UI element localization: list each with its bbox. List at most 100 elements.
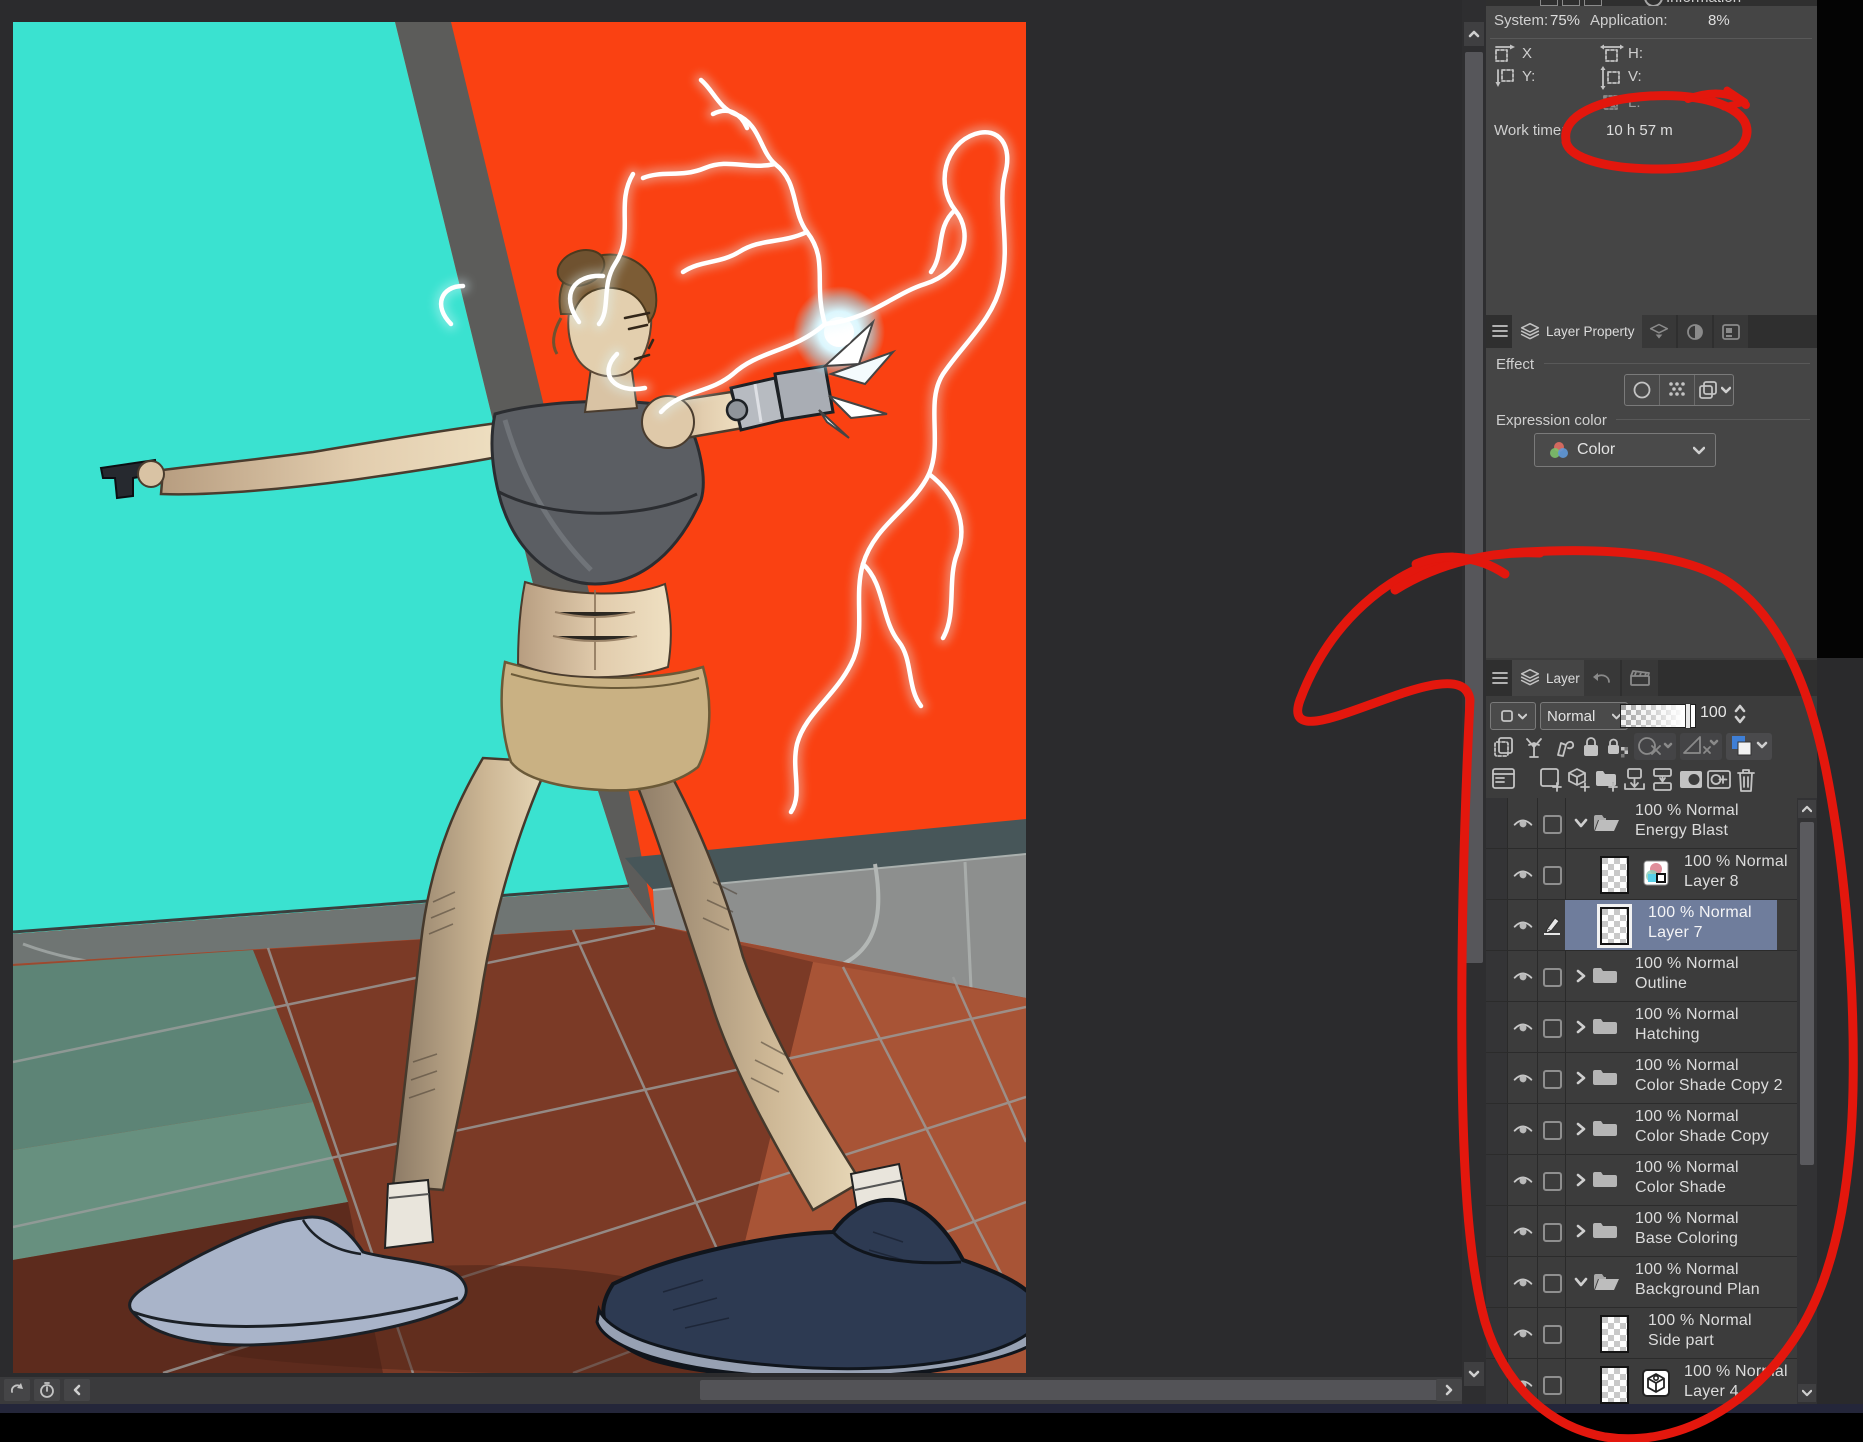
effect-tone-button[interactable] bbox=[1659, 375, 1694, 405]
layer-checkbox[interactable] bbox=[1543, 1376, 1562, 1395]
layer-checkbox[interactable] bbox=[1543, 815, 1562, 834]
eye-icon[interactable] bbox=[1513, 1071, 1533, 1085]
blend-mode-dropdown[interactable]: Normal bbox=[1540, 702, 1628, 730]
scroll-up-button[interactable] bbox=[1464, 22, 1484, 46]
eye-icon[interactable] bbox=[1513, 816, 1533, 830]
chevron-right-icon[interactable] bbox=[1574, 1020, 1588, 1034]
chevron-right-icon[interactable] bbox=[1574, 1224, 1588, 1238]
layer-row[interactable]: 100 % NormalLayer 4 bbox=[1486, 1359, 1797, 1404]
lock-layer-icon[interactable] bbox=[1580, 735, 1602, 759]
layer-checkbox[interactable] bbox=[1543, 1121, 1562, 1140]
layer-row[interactable]: 100 % NormalLayer 7 bbox=[1486, 900, 1797, 951]
opacity-slider[interactable] bbox=[1620, 704, 1696, 728]
opacity-slider-thumb[interactable] bbox=[1685, 703, 1691, 729]
information-tab-label[interactable]: Information bbox=[1666, 0, 1741, 6]
eye-icon[interactable] bbox=[1513, 918, 1533, 932]
layer-row[interactable]: 100 % NormalOutline bbox=[1486, 951, 1797, 1002]
expression-color-dropdown[interactable]: Color bbox=[1534, 433, 1716, 467]
eye-icon[interactable] bbox=[1513, 867, 1533, 881]
scroll-down-button[interactable] bbox=[1464, 1362, 1484, 1386]
layer-color-button[interactable] bbox=[1726, 733, 1772, 760]
eye-icon[interactable] bbox=[1513, 1275, 1533, 1289]
layer-thumbnail[interactable] bbox=[1600, 1366, 1629, 1404]
layer-checkbox[interactable] bbox=[1543, 1325, 1562, 1344]
horizontal-scroll-thumb[interactable] bbox=[700, 1380, 1442, 1400]
apply-mask-icon[interactable] bbox=[1706, 767, 1732, 793]
tab-edit-history[interactable] bbox=[1584, 660, 1620, 696]
layer-row[interactable]: 100 % NormalBase Coloring bbox=[1486, 1206, 1797, 1257]
effect-extract-line-button[interactable] bbox=[1694, 375, 1733, 405]
layer-row[interactable]: 100 % NormalBackground Plan bbox=[1486, 1257, 1797, 1308]
eye-icon[interactable] bbox=[1513, 1122, 1533, 1136]
eye-icon[interactable] bbox=[1513, 1224, 1533, 1238]
information-tab-row[interactable]: Information bbox=[1486, 0, 1817, 6]
eye-icon[interactable] bbox=[1513, 969, 1533, 983]
transfer-to-lower-layer-icon[interactable] bbox=[1622, 767, 1648, 793]
new-raster-layer-icon[interactable] bbox=[1538, 767, 1564, 793]
ruler-visibility-button[interactable] bbox=[1680, 733, 1722, 760]
scroll-left-button[interactable] bbox=[64, 1379, 90, 1401]
reference-layer-icon[interactable] bbox=[1522, 735, 1546, 759]
create-layer-mask-icon[interactable] bbox=[1678, 767, 1704, 793]
draft-layer-icon[interactable] bbox=[1552, 735, 1576, 759]
new-layer-folder-icon[interactable] bbox=[1594, 767, 1620, 793]
layer-thumbnail[interactable] bbox=[1600, 907, 1629, 945]
chevron-down-icon[interactable] bbox=[1574, 816, 1588, 830]
tab-timeline[interactable] bbox=[1622, 660, 1658, 696]
layer-checkbox[interactable] bbox=[1543, 968, 1562, 987]
eye-icon[interactable] bbox=[1513, 1173, 1533, 1187]
canvas-workspace[interactable] bbox=[0, 0, 1462, 1404]
layer-checkbox[interactable] bbox=[1543, 1223, 1562, 1242]
layer-row[interactable]: 100 % NormalColor Shade Copy 2 bbox=[1486, 1053, 1797, 1104]
canvas-vertical-scrollbar[interactable] bbox=[1462, 0, 1486, 1404]
layer-checkbox[interactable] bbox=[1543, 1019, 1562, 1038]
panel-menu-icon[interactable] bbox=[1492, 671, 1508, 685]
clip-to-layer-below-icon[interactable] bbox=[1492, 735, 1516, 759]
layer-row[interactable]: 100 % NormalColor Shade Copy bbox=[1486, 1104, 1797, 1155]
canvas-artwork[interactable] bbox=[13, 22, 1026, 1373]
tab-navigator[interactable] bbox=[1714, 315, 1748, 348]
layer-scroll-up-button[interactable] bbox=[1798, 800, 1816, 818]
layer-checkbox[interactable] bbox=[1543, 1274, 1562, 1293]
timer-icon-button[interactable] bbox=[34, 1379, 60, 1401]
opacity-value[interactable]: 100 bbox=[1700, 704, 1727, 722]
tab-tone[interactable] bbox=[1678, 315, 1712, 348]
eye-icon[interactable] bbox=[1513, 1377, 1533, 1391]
rotate-reset-button[interactable] bbox=[4, 1379, 30, 1401]
tab-layer-property[interactable]: Layer Property bbox=[1512, 315, 1654, 348]
effect-border-button[interactable] bbox=[1625, 375, 1659, 405]
eye-icon[interactable] bbox=[1513, 1326, 1533, 1340]
panel-menu-icon[interactable] bbox=[1492, 324, 1508, 338]
enable-mask-button[interactable] bbox=[1634, 733, 1676, 760]
selection-source-dropdown[interactable] bbox=[1490, 702, 1536, 730]
scroll-right-button[interactable] bbox=[1436, 1379, 1462, 1401]
chevron-right-icon[interactable] bbox=[1574, 1071, 1588, 1085]
chevron-down-icon[interactable] bbox=[1574, 1275, 1588, 1289]
layer-row[interactable]: 100 % NormalEnergy Blast bbox=[1486, 798, 1797, 849]
layer-row[interactable]: 100 % NormalColor Shade bbox=[1486, 1155, 1797, 1206]
chevron-right-icon[interactable] bbox=[1574, 1122, 1588, 1136]
canvas-horizontal-scrollbar[interactable] bbox=[0, 1377, 1462, 1404]
merge-with-lower-layer-icon[interactable] bbox=[1650, 767, 1676, 793]
layer-checkbox[interactable] bbox=[1543, 1172, 1562, 1191]
layer-scroll-down-button[interactable] bbox=[1798, 1384, 1816, 1402]
new-vector-layer-icon[interactable] bbox=[1566, 767, 1592, 793]
layer-row[interactable]: 100 % NormalHatching bbox=[1486, 1002, 1797, 1053]
eye-icon[interactable] bbox=[1513, 1020, 1533, 1034]
layer-scroll-thumb[interactable] bbox=[1800, 822, 1814, 1165]
vertical-scroll-thumb[interactable] bbox=[1465, 52, 1483, 963]
layer-thumbnail[interactable] bbox=[1600, 856, 1629, 894]
layer-row[interactable]: 100 % NormalLayer 8 bbox=[1486, 849, 1797, 900]
layer-checkbox[interactable] bbox=[1543, 1070, 1562, 1089]
opacity-spinner[interactable] bbox=[1734, 702, 1746, 731]
chevron-right-icon[interactable] bbox=[1574, 969, 1588, 983]
palette-display-icon[interactable] bbox=[1492, 768, 1516, 790]
chevron-right-icon[interactable] bbox=[1574, 1173, 1588, 1187]
layer-thumbnail[interactable] bbox=[1600, 1315, 1629, 1353]
layer-row[interactable]: 100 % NormalSide part bbox=[1486, 1308, 1797, 1359]
layer-checkbox[interactable] bbox=[1543, 866, 1562, 885]
lock-transparent-pixels-icon[interactable] bbox=[1606, 735, 1630, 759]
delete-layer-icon[interactable] bbox=[1734, 766, 1758, 794]
tab-layer-search[interactable] bbox=[1642, 315, 1676, 348]
layer-list-scrollbar[interactable] bbox=[1797, 798, 1817, 1404]
